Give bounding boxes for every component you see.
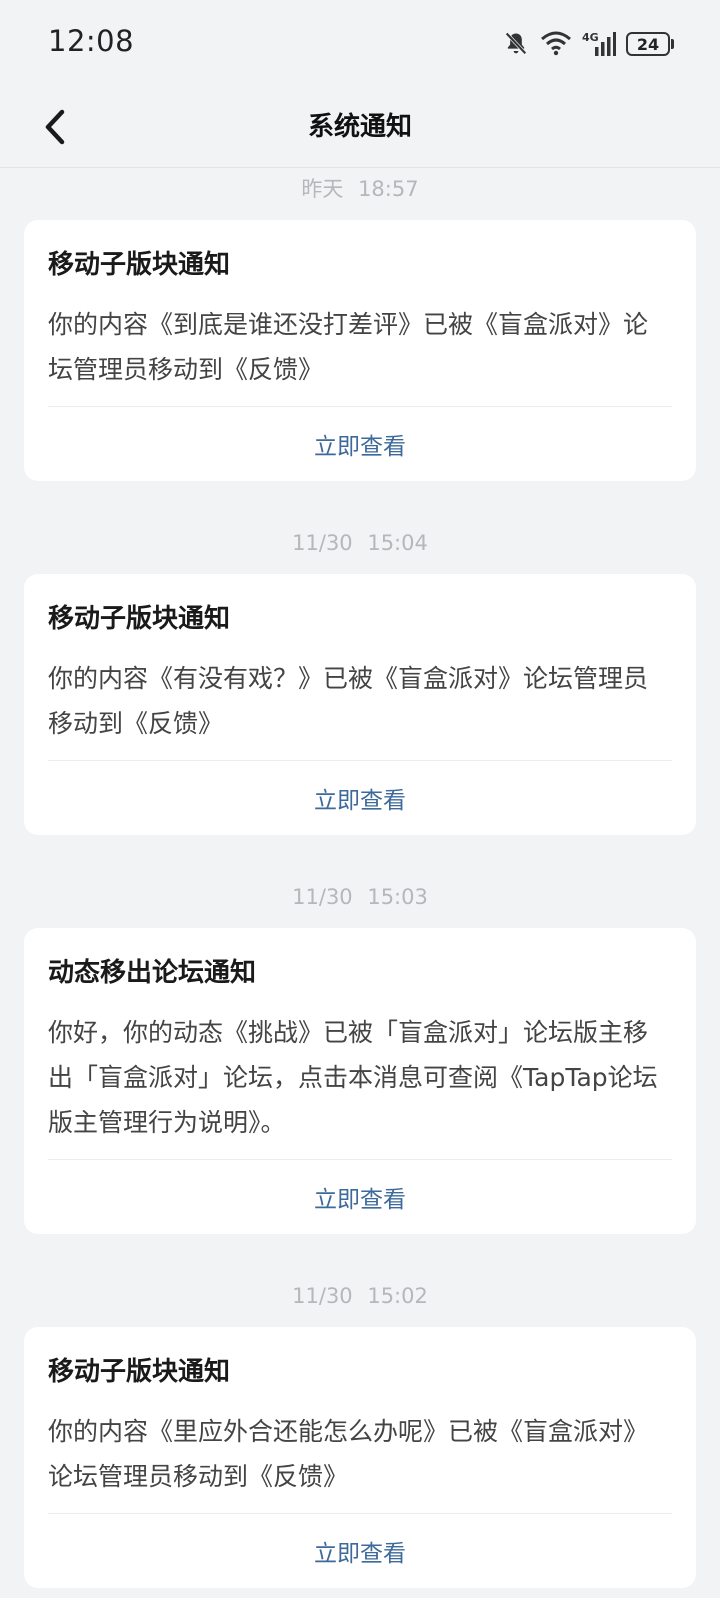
- notification-group: 11/30 15:02 移动子版块通知 你的内容《里应外合还能怎么办呢》已被《盲…: [0, 1276, 720, 1588]
- notification-list: 昨天 18:57 移动子版块通知 你的内容《到底是谁还没打差评》已被《盲盒派对》…: [0, 169, 720, 1588]
- battery-level: 24: [626, 32, 670, 56]
- notification-title: 移动子版块通知: [48, 604, 231, 634]
- notification-body: 你的内容《里应外合还能怎么办呢》已被《盲盒派对》论坛管理员移动到《反馈》: [48, 1417, 649, 1491]
- view-now-button[interactable]: 立即查看: [48, 1160, 672, 1234]
- status-bar: 12:08 4G 24: [0, 0, 720, 88]
- notification-card[interactable]: 移动子版块通知 你的内容《到底是谁还没打差评》已被《盲盒派对》论坛管理员移动到《…: [24, 220, 696, 481]
- wifi-icon: [540, 30, 572, 58]
- bell-muted-icon: [502, 30, 530, 58]
- view-now-button[interactable]: 立即查看: [48, 761, 672, 835]
- status-icons: 4G 24: [502, 28, 674, 60]
- notification-timestamp: 11/30 15:04: [292, 531, 428, 555]
- signal-icon: 4G: [582, 30, 616, 58]
- notification-title: 移动子版块通知: [48, 1357, 231, 1387]
- nav-bar: 系统通知: [0, 88, 720, 168]
- notification-title: 动态移出论坛通知: [48, 958, 257, 988]
- network-label: 4G: [582, 31, 599, 44]
- notification-body: 你好，你的动态《挑战》已被「盲盒派对」论坛版主移出「盲盒派对」论坛，点击本消息可…: [48, 1018, 658, 1137]
- notification-body: 你的内容《有没有戏？》已被《盲盒派对》论坛管理员移动到《反馈》: [48, 664, 649, 738]
- notification-timestamp: 11/30 15:03: [292, 885, 428, 909]
- page-title: 系统通知: [307, 112, 412, 142]
- notification-group: 11/30 15:04 移动子版块通知 你的内容《有没有戏？》已被《盲盒派对》论…: [0, 523, 720, 835]
- status-time: 12:08: [48, 24, 135, 58]
- view-now-button[interactable]: 立即查看: [48, 407, 672, 481]
- notification-card[interactable]: 移动子版块通知 你的内容《里应外合还能怎么办呢》已被《盲盒派对》论坛管理员移动到…: [24, 1327, 696, 1588]
- notification-timestamp: 11/30 15:02: [292, 1284, 428, 1308]
- notification-body: 你的内容《到底是谁还没打差评》已被《盲盒派对》论坛管理员移动到《反馈》: [48, 310, 649, 384]
- view-now-button[interactable]: 立即查看: [48, 1514, 672, 1588]
- notification-card[interactable]: 移动子版块通知 你的内容《有没有戏？》已被《盲盒派对》论坛管理员移动到《反馈》 …: [24, 574, 696, 835]
- notification-group: 11/30 15:03 动态移出论坛通知 你好，你的动态《挑战》已被「盲盒派对」…: [0, 877, 720, 1234]
- notification-title: 移动子版块通知: [48, 250, 231, 280]
- battery-icon: 24: [626, 32, 674, 56]
- notification-group: 昨天 18:57 移动子版块通知 你的内容《到底是谁还没打差评》已被《盲盒派对》…: [0, 169, 720, 481]
- notification-card[interactable]: 动态移出论坛通知 你好，你的动态《挑战》已被「盲盒派对」论坛版主移出「盲盒派对」…: [24, 928, 696, 1234]
- notification-timestamp: 昨天 18:57: [301, 177, 419, 201]
